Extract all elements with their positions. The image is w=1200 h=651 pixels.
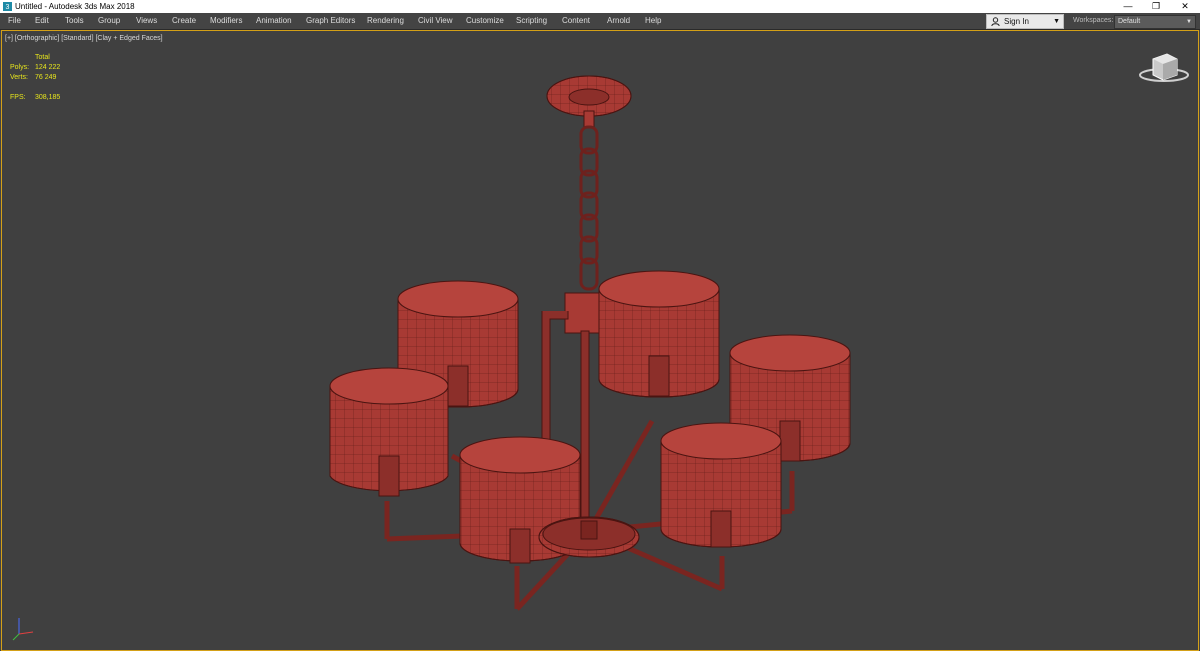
close-button[interactable]: ✕	[1170, 0, 1200, 13]
viewport-perspective[interactable]: [+] [Orthographic] [Standard] [Clay + Ed…	[1, 30, 1199, 651]
menu-animation[interactable]: Animation	[256, 13, 292, 29]
restore-button[interactable]: ❐	[1141, 0, 1171, 13]
chandelier-model[interactable]	[2, 31, 1198, 650]
axis-tripod-icon	[12, 618, 34, 641]
menu-modifiers[interactable]: Modifiers	[210, 13, 242, 29]
menu-create[interactable]: Create	[172, 13, 196, 29]
menu-group[interactable]: Group	[98, 13, 120, 29]
menu-graph-editors[interactable]: Graph Editors	[306, 13, 355, 29]
menu-content[interactable]: Content	[562, 13, 590, 29]
menu-scripting[interactable]: Scripting	[516, 13, 547, 29]
menu-edit[interactable]: Edit	[35, 13, 49, 29]
workspace-select[interactable]: Default ▼	[1114, 15, 1196, 29]
menu-civil-view[interactable]: Civil View	[418, 13, 453, 29]
title-bar: 3 Untitled - Autodesk 3ds Max 2018 — ❐ ✕	[0, 0, 1200, 13]
sign-in-label: Sign In	[1004, 17, 1029, 26]
menu-rendering[interactable]: Rendering	[367, 13, 404, 29]
menu-tools[interactable]: Tools	[65, 13, 84, 29]
viewcube-icon[interactable]	[1137, 49, 1192, 89]
sign-in-dropdown[interactable]: Sign In ▼	[986, 14, 1064, 29]
user-icon	[991, 17, 1000, 26]
workspace-value: Default	[1118, 18, 1141, 25]
svg-text:3: 3	[6, 4, 10, 11]
chevron-down-icon: ▼	[1186, 19, 1192, 25]
menu-customize[interactable]: Customize	[466, 13, 504, 29]
workspaces-label: Workspaces:	[1073, 17, 1114, 24]
chevron-down-icon: ▼	[1053, 18, 1060, 25]
app-icon: 3	[3, 2, 12, 11]
menu-arnold[interactable]: Arnold	[607, 13, 630, 29]
minimize-button[interactable]: —	[1113, 0, 1143, 13]
menu-help[interactable]: Help	[645, 13, 661, 29]
menu-views[interactable]: Views	[136, 13, 157, 29]
window-title: Untitled - Autodesk 3ds Max 2018	[15, 2, 135, 11]
menu-file[interactable]: File	[8, 13, 21, 29]
